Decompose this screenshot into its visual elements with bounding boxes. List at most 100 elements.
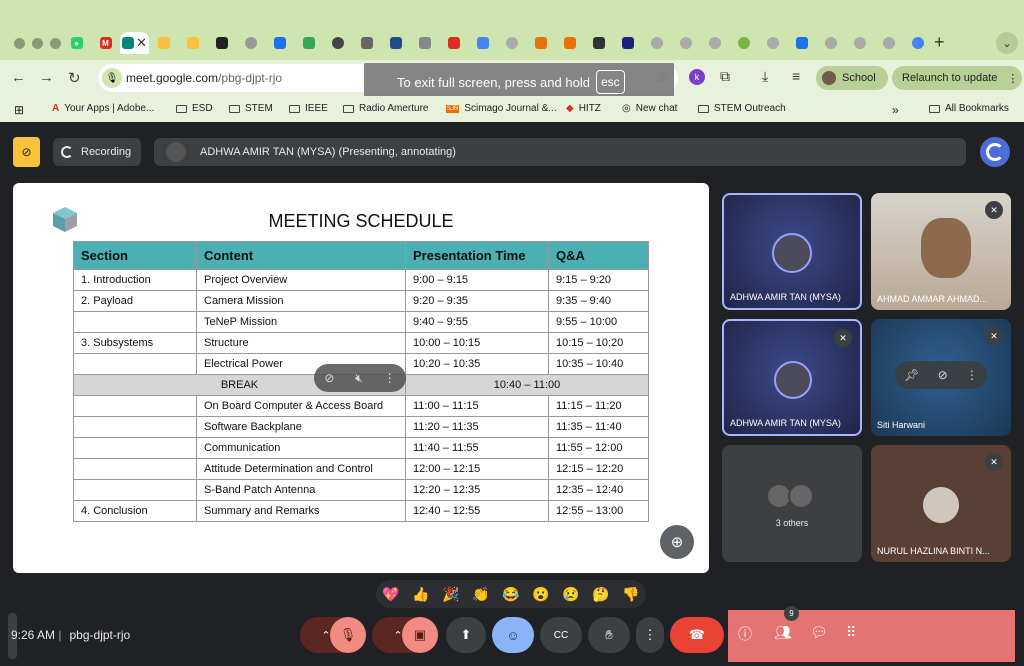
browser-tab[interactable] <box>149 32 178 54</box>
browser-tab[interactable] <box>207 32 236 54</box>
browser-tab[interactable] <box>642 32 671 54</box>
reaction-thinking[interactable]: 🤔 <box>592 586 609 603</box>
bookmark-all[interactable]: All Bookmarks <box>929 103 1009 114</box>
recording-indicator-icon[interactable]: ⊘ <box>13 137 40 167</box>
meeting-details-icon[interactable]: ⓘ <box>738 624 752 644</box>
bookmark-adobe[interactable]: A Your Apps | Adobe... <box>52 103 154 114</box>
close-tab-icon[interactable]: ✕ <box>136 35 147 51</box>
participant-tile[interactable]: ADHWA AMIR TAN (MYSA) <box>722 193 862 310</box>
browser-tab[interactable] <box>439 32 468 54</box>
browser-tab[interactable] <box>323 32 352 54</box>
browser-tab[interactable]: ● <box>62 32 91 54</box>
browser-tab[interactable] <box>178 32 207 54</box>
browser-tab[interactable] <box>613 32 642 54</box>
back-icon[interactable]: ← <box>11 69 26 86</box>
participant-tile[interactable]: ✕ NURUL HAZLINA BINTI N... <box>871 445 1011 562</box>
download-icon[interactable]: ⤓ <box>762 68 768 85</box>
others-tile[interactable]: 3 others <box>722 445 862 562</box>
leave-call-button[interactable]: ☎ <box>670 617 724 653</box>
browser-tab[interactable] <box>381 32 410 54</box>
raise-hand-button[interactable]: ✋︎ <box>588 617 630 653</box>
new-tab-icon[interactable]: + <box>934 32 945 53</box>
pin-icon[interactable]: 📌︎ <box>904 368 919 382</box>
more-bookmarks-icon[interactable]: » <box>892 103 899 117</box>
browser-tab[interactable]: M <box>91 32 120 54</box>
browser-tab[interactable] <box>265 32 294 54</box>
participant-tile[interactable]: ✕ AHMAD AMMAR AHMAD... <box>871 193 1011 310</box>
relaunch-update-button[interactable]: Relaunch to update ⋮ <box>892 66 1022 90</box>
reaction-clap[interactable]: 👏 <box>472 586 489 603</box>
bookmark-stem-outreach[interactable]: STEM Outreach <box>698 103 786 114</box>
browser-tab[interactable] <box>555 32 584 54</box>
chat-icon[interactable]: 💬︎ <box>810 624 828 641</box>
browser-tab[interactable] <box>671 32 700 54</box>
more-options-button[interactable]: ⋮ <box>636 617 664 653</box>
bookmark-radio[interactable]: Radio Amerture <box>343 103 428 114</box>
activities-icon[interactable]: ⠿ <box>846 624 856 641</box>
browser-tab[interactable] <box>526 32 555 54</box>
browser-tab[interactable] <box>787 32 816 54</box>
browser-tab[interactable] <box>410 32 439 54</box>
folder-icon <box>929 104 940 113</box>
media-control-icon[interactable]: ≡ <box>792 68 800 84</box>
extensions-puzzle-icon[interactable]: ⧉ <box>720 68 730 85</box>
bookmark-stem[interactable]: STEM <box>229 103 273 114</box>
close-window-button[interactable] <box>14 38 25 49</box>
camera-off-button[interactable]: ▣ <box>402 617 438 653</box>
browser-tab[interactable] <box>352 32 381 54</box>
browser-tab[interactable] <box>236 32 265 54</box>
mute-audio-icon[interactable]: 🔇︎ <box>355 371 363 386</box>
reaction-surprised[interactable]: 😮 <box>532 586 549 603</box>
browser-tab[interactable] <box>903 32 932 54</box>
forward-icon[interactable]: → <box>39 69 54 86</box>
browser-tab[interactable] <box>584 32 613 54</box>
browser-tab[interactable] <box>497 32 526 54</box>
more-options-icon[interactable]: ⋮ <box>966 368 978 382</box>
browser-tab[interactable] <box>468 32 497 54</box>
camera-control-group: ⌃ ▣ <box>372 617 438 653</box>
bookmark-ieee[interactable]: IEEE <box>289 103 328 114</box>
more-menu-icon[interactable]: ⋮ <box>1007 72 1018 85</box>
browser-tab[interactable] <box>729 32 758 54</box>
table-row: Software Backplane 11:20 – 11:35 11:35 – 1… <box>73 416 649 438</box>
apps-grid-icon[interactable]: ⊞ <box>14 103 24 117</box>
browser-tab[interactable] <box>845 32 874 54</box>
captions-button[interactable]: CC <box>540 617 582 653</box>
profile-button[interactable]: School <box>816 66 888 90</box>
browser-tab[interactable] <box>700 32 729 54</box>
people-icon[interactable]: 👥︎ <box>774 624 792 641</box>
tab-search-icon[interactable]: ⌄ <box>996 32 1018 54</box>
maximize-window-button[interactable] <box>50 38 61 49</box>
bookmark-esd[interactable]: ESD <box>176 103 213 114</box>
mic-off-button[interactable]: 🎙︎ <box>330 617 366 653</box>
reaction-heart[interactable]: 💖 <box>382 586 399 603</box>
table-cell: 4. Conclusion <box>73 500 197 522</box>
bookmark-hitz[interactable]: ◆ HITZ <box>566 103 601 114</box>
browser-tab[interactable] <box>874 32 903 54</box>
browser-tab[interactable] <box>294 32 323 54</box>
reaction-laugh[interactable]: 😂 <box>502 586 519 603</box>
reaction-thumbs-down[interactable]: 👎 <box>622 586 639 603</box>
zoom-in-button[interactable]: ⊕ <box>660 525 694 559</box>
browser-tab[interactable] <box>758 32 787 54</box>
reaction-thumbs-up[interactable]: 👍 <box>412 586 429 603</box>
browser-tab[interactable] <box>816 32 845 54</box>
muted-mic-icon: ✕ <box>985 201 1003 219</box>
participant-tile[interactable]: ✕ 📌︎ ⊘ ⋮ Siti Harwani <box>871 319 1011 436</box>
bookmark-scimago[interactable]: SJR Scimago Journal &... <box>446 103 557 114</box>
bookmark-new-chat[interactable]: ◎ New chat <box>622 103 677 114</box>
participant-tile[interactable]: ✕ ADHWA AMIR TAN (MYSA) <box>722 319 862 436</box>
more-options-icon[interactable]: ⋮ <box>384 371 396 385</box>
hand-icon: ✋︎ <box>605 627 613 642</box>
browser-tab-active[interactable]: ✕ <box>120 32 149 54</box>
unpin-icon[interactable]: ⊘ <box>324 371 334 385</box>
extension-k-icon[interactable]: k <box>689 69 705 85</box>
reaction-party[interactable]: 🎉 <box>442 586 459 603</box>
reactions-button[interactable]: ☺ <box>492 617 534 653</box>
reload-icon[interactable]: ↻ <box>68 69 81 87</box>
mute-audio-icon[interactable]: ⊘ <box>938 368 948 382</box>
recording-status[interactable]: Recording <box>53 138 141 166</box>
reaction-sad[interactable]: 😢 <box>562 586 579 603</box>
present-screen-button[interactable]: ⬆ <box>446 617 486 653</box>
minimize-window-button[interactable] <box>32 38 43 49</box>
